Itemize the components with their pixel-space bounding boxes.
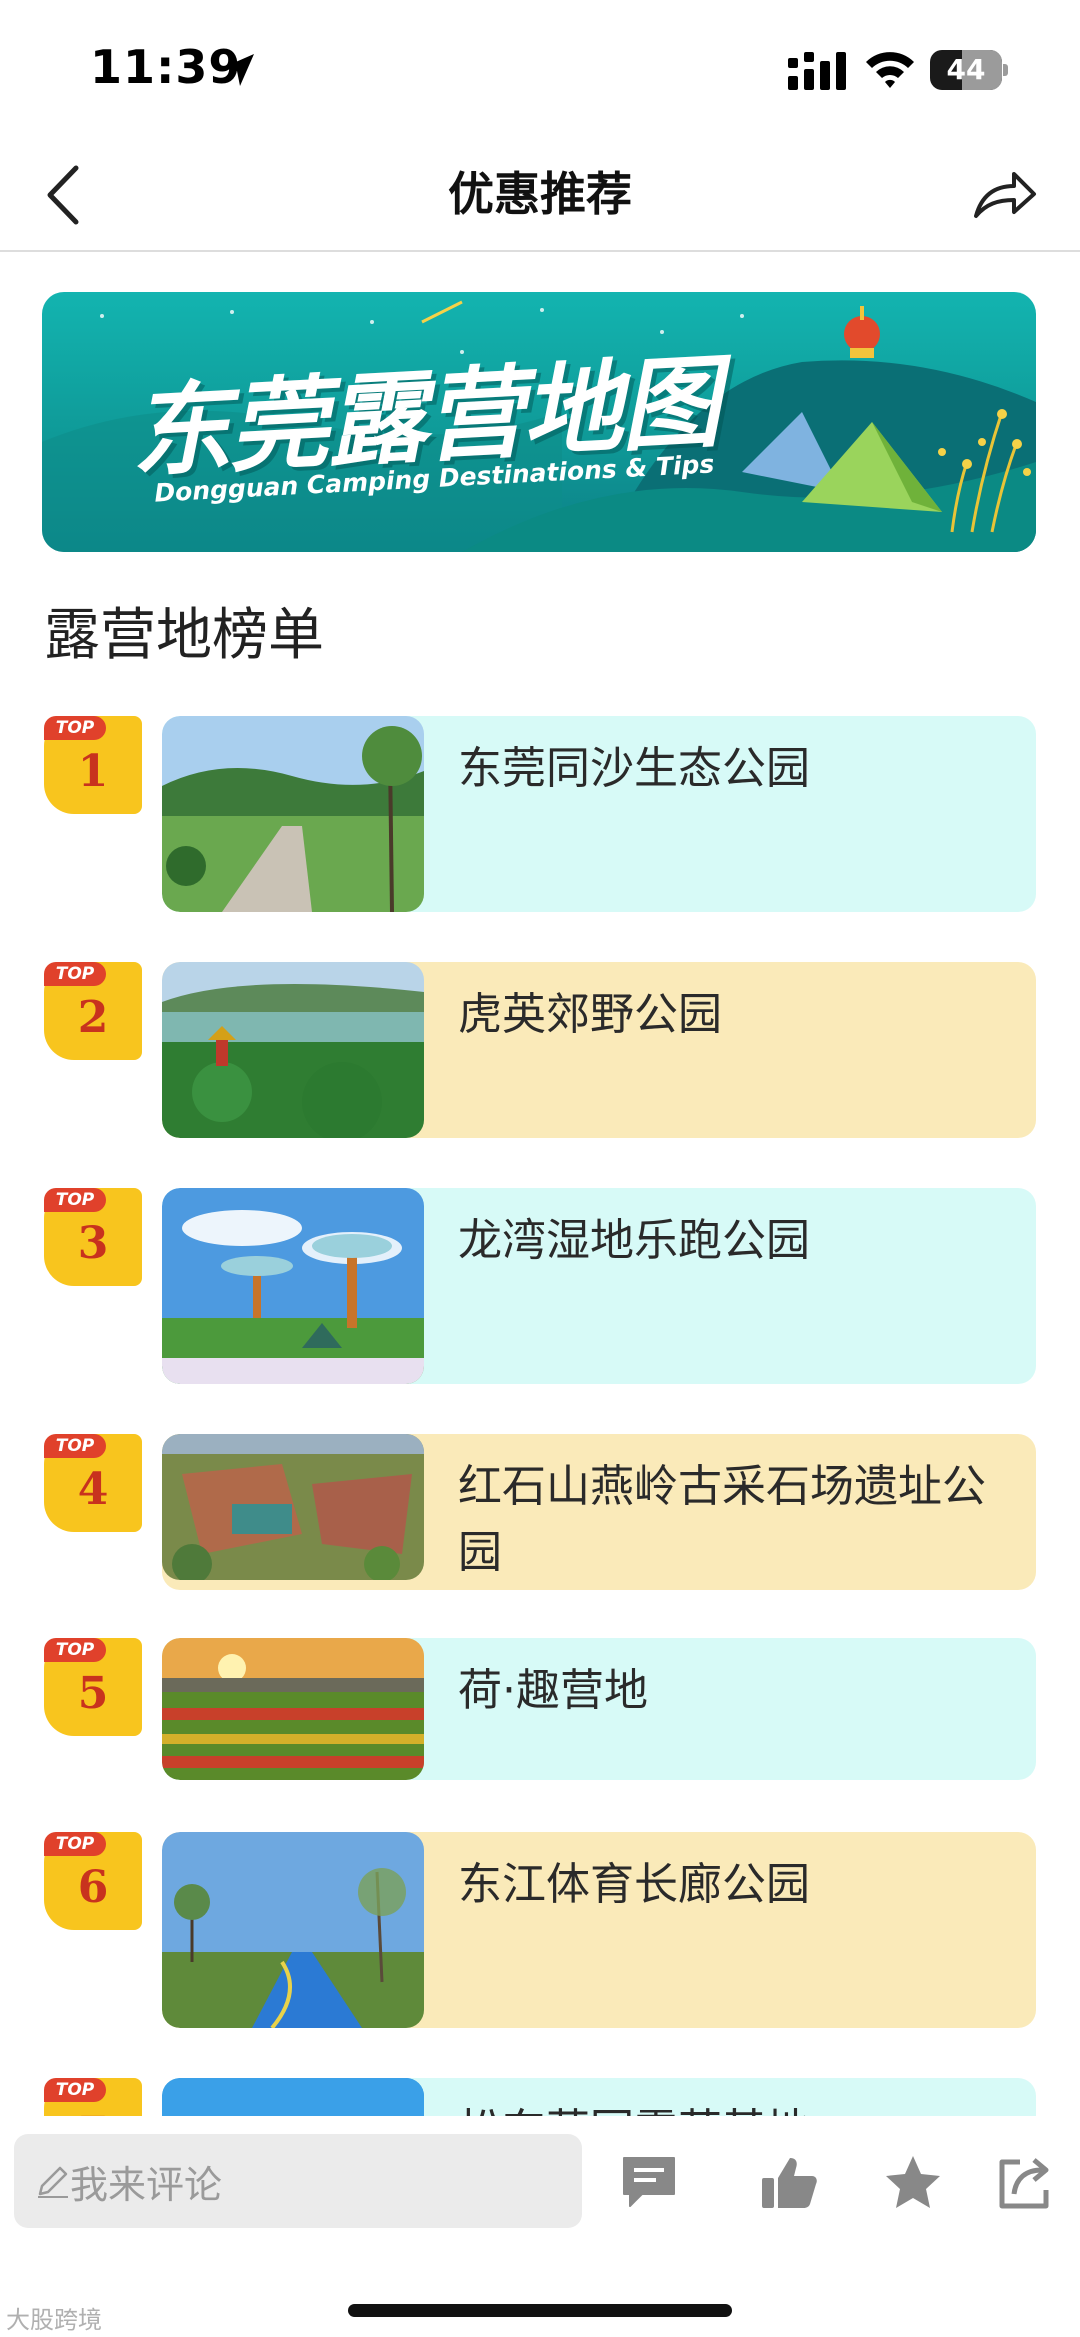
ranking-list: TOP 1 东莞同沙生态公园 TOP 2 虎英郊野公园 TOP 3 龙湾湿地乐跑…: [0, 716, 1080, 2116]
item-name: 东江体育长廊公园: [458, 1859, 810, 1910]
star-icon[interactable]: [882, 2152, 944, 2214]
top-tag: TOP: [44, 962, 106, 986]
rank-badge: TOP 5: [44, 1638, 142, 1736]
screen: 11:39 44 优惠推荐 东莞露营地图 Dongguan Camping De…: [0, 0, 1080, 2337]
comment-input[interactable]: 我来评论: [14, 2134, 582, 2228]
rank-badge: TOP 6: [44, 1832, 142, 1930]
banner[interactable]: 东莞露营地图 Dongguan Camping Destinations & T…: [42, 292, 1036, 552]
location-arrow-icon: [222, 54, 254, 86]
thumbnail-image: [162, 2078, 424, 2116]
thumbnail-image: [162, 1638, 424, 1780]
status-bar: 11:39 44: [0, 0, 1080, 140]
top-tag: TOP: [44, 716, 106, 740]
rank-number: 7: [44, 2108, 142, 2116]
rank-number: 3: [77, 1218, 109, 1269]
thumbnail-image: [162, 716, 424, 912]
top-tag: TOP: [44, 2078, 106, 2102]
rank-number: 1: [77, 746, 109, 797]
item-name: 虎英郊野公园: [458, 989, 722, 1040]
comment-placeholder: 我来评论: [70, 2163, 223, 2207]
item-card[interactable]: 荷·趣营地: [162, 1638, 1036, 1780]
page-title: 优惠推荐: [448, 167, 632, 221]
wifi-icon: [866, 52, 914, 88]
top-tag: TOP: [44, 1832, 106, 1856]
top-tag: TOP: [44, 1638, 106, 1662]
item-card[interactable]: 虎英郊野公园: [162, 962, 1036, 1138]
rank-badge: TOP 3: [44, 1188, 142, 1286]
bottom-bar: 我来评论 大股跨境: [0, 2120, 1080, 2337]
item-card[interactable]: 龙湾湿地乐跑公园: [162, 1188, 1036, 1384]
item-name: 松东草园露营基地: [458, 2098, 1018, 2116]
rank-badge: TOP 4: [44, 1434, 142, 1532]
rank-badge: TOP 2: [44, 962, 142, 1060]
thumbnail-image: [162, 962, 424, 1138]
rank-badge: TOP 7: [44, 2078, 142, 2116]
top-tag: TOP: [44, 1188, 106, 1212]
home-indicator: [348, 2304, 732, 2317]
thumbnail-image: [162, 1832, 424, 2028]
top-tag: TOP: [44, 1434, 106, 1458]
item-card[interactable]: 东江体育长廊公园: [162, 1832, 1036, 2028]
item-name: 红石山燕岭古采石场遗址公园: [458, 1461, 986, 1578]
item-card[interactable]: 红石山燕岭古采石场遗址公园: [162, 1434, 1036, 1590]
battery-level: 44: [946, 53, 986, 86]
nav-bar: 优惠推荐: [0, 140, 1080, 252]
rank-number: 6: [77, 1862, 109, 1913]
item-name: 荷·趣营地: [458, 1665, 648, 1716]
section-title: 露营地榜单: [44, 603, 324, 668]
share-icon[interactable]: [994, 2152, 1056, 2214]
rank-number: 5: [77, 1668, 109, 1719]
rank-number: 4: [77, 1464, 109, 1515]
item-card[interactable]: 松东草园露营基地: [162, 2078, 1036, 2116]
rank-badge: TOP 1: [44, 716, 142, 814]
battery-icon: 44: [930, 50, 1008, 90]
thumbnail-image: [162, 1434, 424, 1580]
thumbs-up-icon[interactable]: [758, 2152, 820, 2214]
pen-icon: [38, 2166, 68, 2198]
comment-icon[interactable]: [618, 2152, 680, 2214]
item-name: 东莞同沙生态公园: [458, 743, 810, 794]
share-arrow-icon[interactable]: [972, 164, 1038, 224]
rank-number: 2: [77, 992, 109, 1043]
watermark: 大股跨境: [6, 2306, 102, 2334]
item-card[interactable]: 东莞同沙生态公园: [162, 716, 1036, 912]
item-name: 龙湾湿地乐跑公园: [458, 1215, 810, 1266]
thumbnail-image: [162, 1188, 424, 1384]
cellular-signal-icon: [788, 52, 846, 90]
